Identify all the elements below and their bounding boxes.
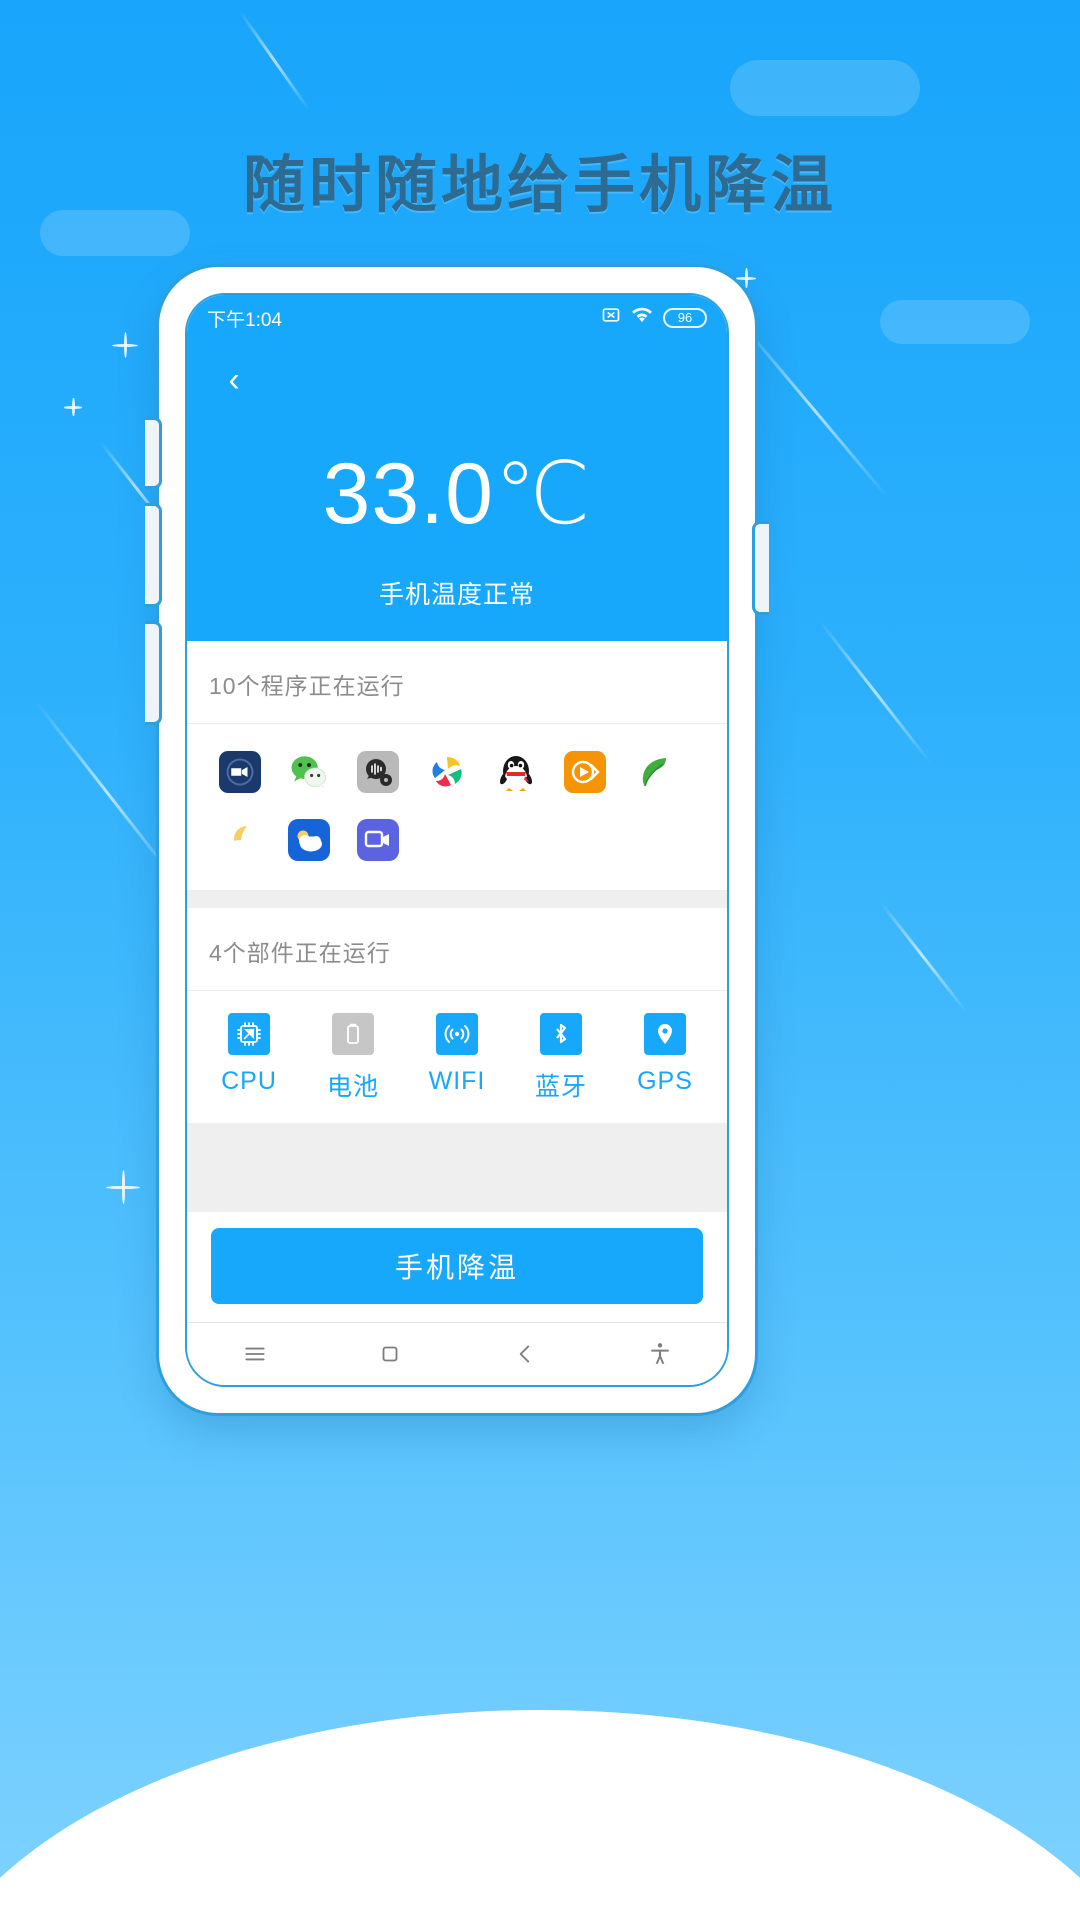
wifi-icon	[436, 1013, 478, 1055]
cta-bar: 手机降温	[187, 1212, 727, 1322]
weather-cloud-app-icon	[287, 819, 330, 861]
sparkle-icon	[112, 332, 138, 358]
app-item[interactable]	[550, 738, 619, 806]
app-item[interactable]	[619, 738, 688, 806]
component-item-cpu[interactable]: CPU	[197, 1013, 301, 1103]
app-item[interactable]	[205, 806, 274, 874]
bluetooth-icon	[540, 1013, 582, 1055]
color-flower-app-icon	[426, 751, 468, 793]
component-label: CPU	[221, 1067, 277, 1095]
component-label: 电池	[326, 1073, 379, 1101]
wifi-icon	[631, 306, 653, 330]
status-time: 下午1:04	[207, 309, 282, 331]
media-player-app-icon	[563, 751, 606, 793]
app-screen: 下午1:04 96 ‹ 33.0℃ 手机温度正常 10个程序正在运行 4个部件正…	[187, 295, 727, 1385]
status-icons: 96	[601, 305, 707, 331]
back-chevron-icon[interactable]	[512, 1341, 538, 1367]
page-title: 随时随地给手机降温	[242, 151, 837, 220]
app-item[interactable]	[412, 738, 481, 806]
components-card: 4个部件正在运行 CPU 电池 WIFI 蓝牙 GPS	[187, 908, 727, 1123]
android-nav-bar	[187, 1322, 727, 1385]
component-label: 蓝牙	[534, 1073, 587, 1101]
app-item[interactable]	[481, 738, 550, 806]
temperature-hero: ‹ 33.0℃ 手机温度正常	[187, 341, 727, 641]
components-row: CPU 电池 WIFI 蓝牙 GPS	[187, 991, 727, 1123]
battery-icon	[332, 1013, 374, 1055]
ground-shape	[0, 1710, 1080, 1920]
battery-badge: 96	[663, 308, 707, 328]
screen-recorder-app-icon	[356, 819, 399, 861]
component-item-gps[interactable]: GPS	[613, 1013, 717, 1103]
section-divider	[187, 890, 727, 908]
back-button[interactable]: ‹	[209, 355, 259, 405]
phone-side-button	[145, 621, 162, 725]
phone-screen: 下午1:04 96 ‹ 33.0℃ 手机温度正常 10个程序正在运行 4个部件正…	[185, 293, 729, 1387]
moon-weather-app-icon	[219, 819, 261, 861]
app-item[interactable]	[274, 738, 343, 806]
phone-mockup: 下午1:04 96 ‹ 33.0℃ 手机温度正常 10个程序正在运行 4个部件正…	[145, 264, 769, 1416]
component-label: WIFI	[428, 1067, 486, 1095]
streak-line	[878, 900, 968, 1013]
location-icon	[644, 1013, 686, 1055]
app-item[interactable]	[343, 806, 412, 874]
streak-line	[238, 10, 311, 111]
streak-line	[738, 320, 889, 499]
app-item[interactable]	[205, 738, 274, 806]
accessibility-icon[interactable]	[647, 1341, 673, 1367]
video-recorder-app-icon	[218, 751, 261, 793]
app-item[interactable]	[274, 806, 343, 874]
component-item-bluetooth[interactable]: 蓝牙	[509, 1013, 613, 1103]
cool-down-button[interactable]: 手机降温	[211, 1228, 703, 1304]
leaf-app-icon	[633, 751, 675, 793]
cpu-icon	[228, 1013, 270, 1055]
phone-side-button	[752, 521, 769, 615]
voice-assistant-app-icon	[356, 751, 399, 793]
no-sim-icon	[601, 305, 621, 331]
status-bar: 下午1:04 96	[187, 295, 727, 341]
temperature-status: 手机温度正常	[378, 581, 535, 609]
wechat-app-icon	[288, 751, 330, 793]
component-label: GPS	[637, 1067, 693, 1095]
component-item-wifi[interactable]: WIFI	[405, 1013, 509, 1103]
component-item-battery[interactable]: 电池	[301, 1013, 405, 1103]
temperature-value: 33.0℃	[322, 446, 592, 542]
app-item[interactable]	[343, 738, 412, 806]
phone-side-button	[145, 417, 162, 489]
cloud-shape	[730, 60, 920, 116]
apps-icon-grid	[187, 724, 727, 890]
cloud-shape	[880, 300, 1030, 344]
sparkle-icon	[64, 398, 82, 416]
qq-app-icon	[495, 751, 537, 793]
empty-space	[187, 1123, 727, 1212]
sparkle-icon	[106, 1170, 140, 1204]
home-square-icon[interactable]	[377, 1341, 403, 1367]
streak-line	[818, 620, 933, 765]
apps-card: 10个程序正在运行	[187, 641, 727, 890]
menu-icon[interactable]	[242, 1341, 268, 1367]
components-section-title: 4个部件正在运行	[187, 908, 727, 991]
phone-side-button	[145, 503, 162, 607]
apps-section-title: 10个程序正在运行	[187, 641, 727, 724]
